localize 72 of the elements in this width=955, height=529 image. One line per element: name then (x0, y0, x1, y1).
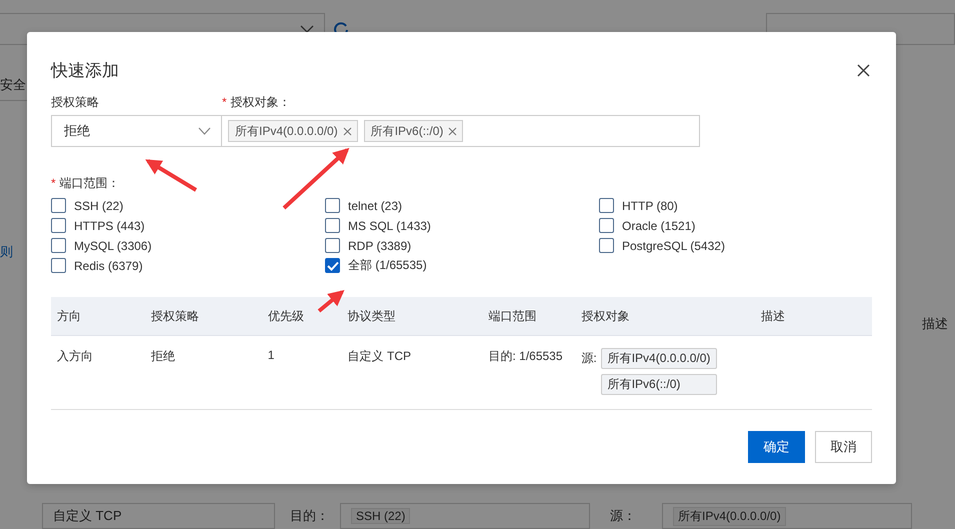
checkbox[interactable] (599, 198, 614, 213)
confirm-button[interactable]: 确定 (748, 431, 805, 463)
objects-field[interactable]: 所有IPv4(0.0.0.0/0) 所有IPv6(::/0) (221, 115, 700, 147)
column-header: 优先级 (266, 308, 305, 324)
dialog-title: 快速添加 (51, 60, 119, 82)
protocol-select[interactable]: 自定义 TCP (42, 503, 275, 529)
object-tag: 所有IPv6(::/0) (600, 374, 717, 395)
annotation-arrow (318, 290, 344, 313)
chevron-down-icon (300, 25, 314, 33)
checkbox-label: HTTPS (443) (74, 218, 145, 232)
checkbox[interactable] (599, 218, 614, 233)
source-label: 源: (581, 350, 597, 367)
ports-label: 端口范围： (60, 175, 120, 192)
checkbox-label: Redis (6379) (74, 258, 143, 272)
cancel-button[interactable]: 取消 (815, 431, 872, 463)
chevron-down-icon (198, 127, 211, 135)
side-link[interactable]: 则 (0, 243, 13, 261)
source-field[interactable]: 所有IPv4(0.0.0.0/0) (662, 503, 912, 529)
checkbox[interactable] (51, 218, 66, 233)
checkbox-label: PostgreSQL (5432) (622, 238, 725, 252)
table-cell-text: 目的: 1/65535 (487, 348, 564, 365)
destination-field[interactable]: SSH (22) (340, 503, 590, 529)
tag-text: 所有IPv4(0.0.0.0/0) (235, 122, 338, 140)
annotation-arrow (145, 159, 198, 192)
close-icon (857, 64, 870, 76)
checkbox[interactable] (325, 198, 340, 213)
column-header: 协议类型 (346, 308, 397, 324)
object-tag: 所有IPv4(0.0.0.0/0) (600, 348, 717, 369)
close-icon (448, 126, 458, 136)
objects-label: 授权对象： (230, 94, 291, 111)
checkbox-label: Oracle (1521) (622, 218, 696, 232)
checkbox-label: MS SQL (1433) (348, 218, 431, 232)
checkbox-label: 全部 (1/65535) (348, 257, 427, 274)
policy-value: 拒绝 (64, 122, 90, 140)
checkbox-label: MySQL (3306) (74, 238, 152, 252)
destination-tag: SSH (22) (351, 508, 410, 524)
annotation-arrow (282, 148, 350, 210)
tag-text: 所有IPv6(::/0) (370, 122, 444, 140)
source-label: 源： (610, 507, 636, 525)
column-header: 方向 (56, 308, 82, 324)
checkbox-label: SSH (22) (74, 198, 124, 212)
checkbox-label: HTTP (80) (622, 198, 678, 212)
policy-label: 授权策略 (51, 94, 99, 111)
destination-label: 目的： (290, 507, 329, 525)
column-header: 端口范围 (487, 308, 538, 324)
checkbox[interactable] (51, 238, 66, 253)
checkbox[interactable] (51, 198, 66, 213)
protocol-value: 自定义 TCP (53, 507, 122, 525)
close-button[interactable] (856, 62, 871, 78)
remove-tag-button[interactable] (447, 126, 458, 136)
table-cell-text: 拒绝 (150, 348, 176, 365)
checkbox-label: telnet (23) (348, 198, 402, 212)
required-mark: * (222, 94, 227, 111)
checkbox[interactable] (599, 238, 614, 253)
column-header: 描述 (760, 308, 786, 324)
table-cell-text: 自定义 TCP (346, 348, 412, 365)
checkbox[interactable] (325, 258, 340, 273)
column-header: 授权策略 (150, 308, 200, 324)
column-header: 授权对象 (580, 308, 630, 324)
checkbox[interactable] (51, 258, 66, 273)
policy-select[interactable]: 拒绝 (51, 115, 222, 147)
checkmark-icon (326, 260, 338, 270)
table-cell-text: 入方向 (56, 348, 94, 365)
remove-tag-button[interactable] (342, 126, 353, 136)
required-mark: * (51, 175, 56, 192)
checkbox[interactable] (325, 218, 340, 233)
checkbox-label: RDP (3389) (348, 238, 412, 252)
table-cell-text: 1 (266, 348, 276, 362)
source-tag: 所有IPv4(0.0.0.0/0) (673, 506, 786, 526)
close-icon (342, 126, 352, 136)
column-header: 描述 (922, 315, 948, 333)
checkbox[interactable] (325, 238, 340, 253)
